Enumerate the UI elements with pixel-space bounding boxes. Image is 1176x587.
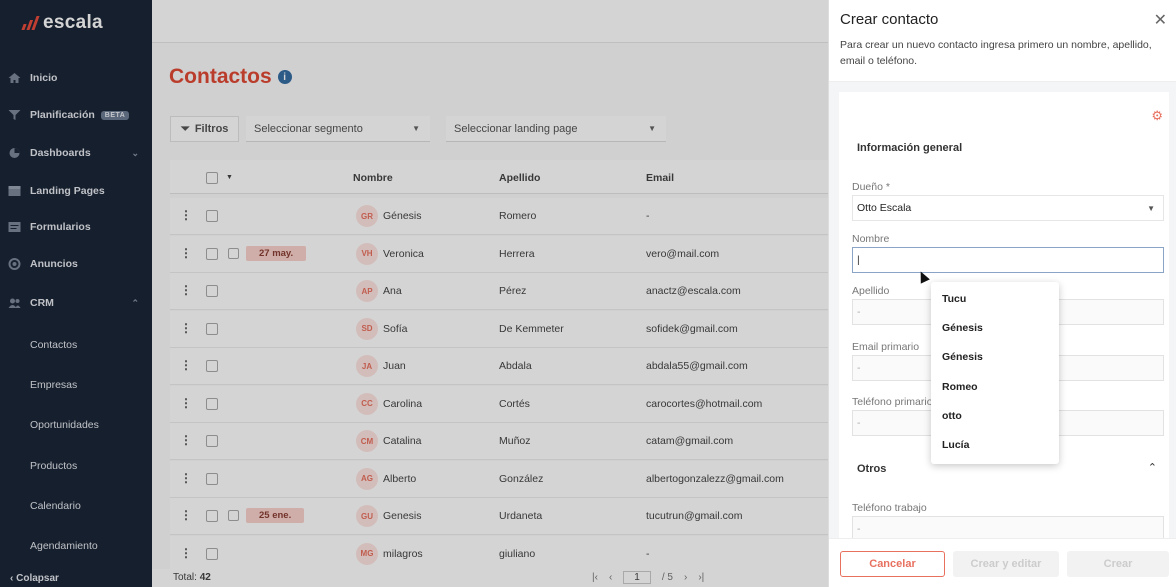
work-phone-input[interactable]: - [852,516,1164,538]
drawer-subtitle: Para crear un nuevo contacto ingresa pri… [840,39,1152,67]
suggestion-item[interactable]: Lucía [942,439,969,451]
section-other-title[interactable]: Otros [857,463,886,475]
cancel-button[interactable]: Cancelar [840,551,945,577]
name-label: Nombre [852,233,890,245]
owner-label: Dueño * [852,181,890,193]
owner-select[interactable]: Otto Escala ▼ [852,195,1164,221]
work-phone-placeholder: - [857,523,861,535]
chevron-up-icon[interactable]: ⌃ [1148,461,1157,474]
owner-value: Otto Escala [857,202,912,214]
suggestion-item[interactable]: Génesis [942,322,983,334]
create-button[interactable]: Crear [1067,551,1169,577]
name-value: | [857,254,860,266]
email-placeholder: - [857,362,861,374]
gear-icon[interactable]: ⚙ [1151,108,1163,124]
name-input[interactable]: | [852,247,1164,273]
create-and-edit-button[interactable]: Crear y editar [953,551,1059,577]
name-suggestions-dropdown: Tucu Génesis Génesis Romeo otto Lucía [931,282,1059,464]
caret-down-icon: ▼ [1147,203,1155,213]
modal-backdrop[interactable] [0,0,828,587]
suggestion-item[interactable]: otto [942,410,962,422]
section-general-title: Información general [857,142,963,154]
lastname-placeholder: - [857,306,861,318]
email-label: Email primario [852,341,920,353]
phone-placeholder: - [857,417,861,429]
drawer-footer: Cancelar Crear y editar Crear [829,538,1176,587]
work-phone-label: Teléfono trabajo [852,502,927,514]
suggestion-item[interactable]: Tucu [942,293,966,305]
drawer-title: Crear contacto [840,11,939,28]
suggestion-item[interactable]: Génesis [942,351,983,363]
lastname-label: Apellido [852,285,890,297]
phone-label: Teléfono primario [852,396,933,408]
drawer-header: Crear contacto Para crear un nuevo conta… [829,0,1176,82]
close-icon[interactable]: ✕ [1154,10,1167,30]
suggestion-item[interactable]: Romeo [942,381,978,393]
